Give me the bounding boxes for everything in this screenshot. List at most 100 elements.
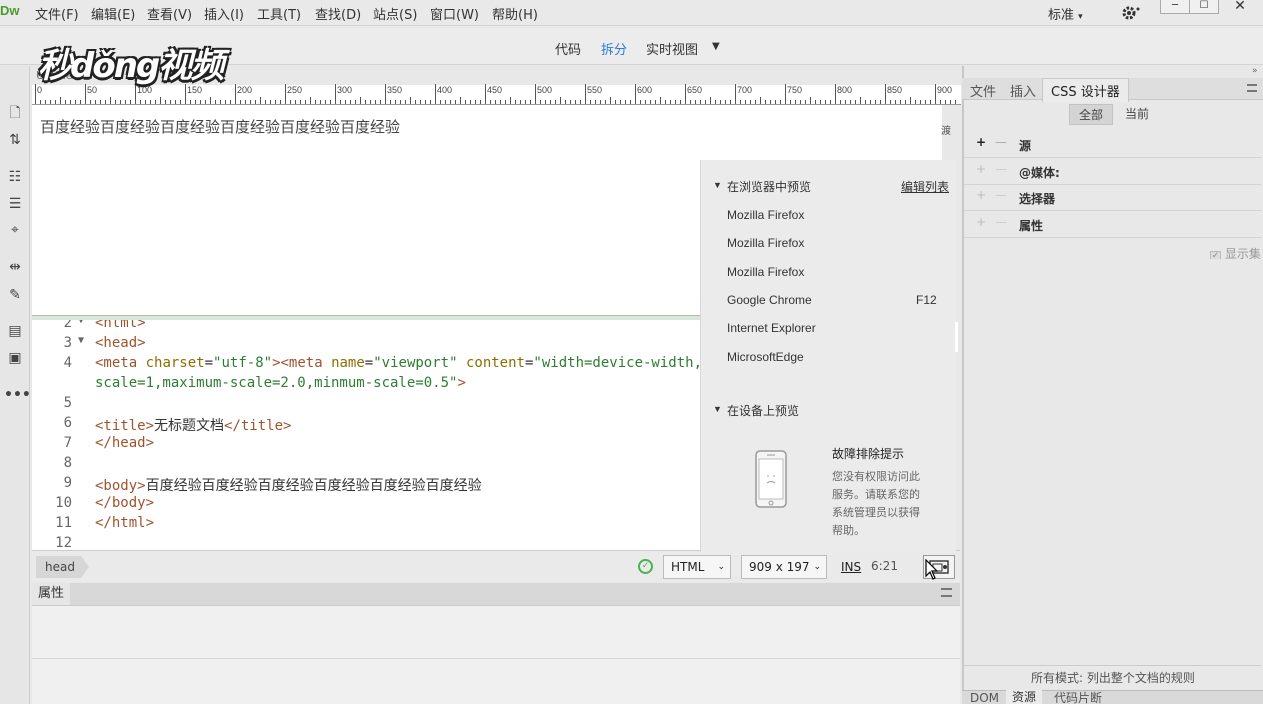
css-section-properties[interactable]: + — 属性 xyxy=(964,211,1261,238)
tab-files[interactable]: 文件 xyxy=(970,81,996,100)
menu-insert[interactable]: 插入(I) xyxy=(204,4,244,23)
ruler-tick xyxy=(190,100,191,104)
split-arrows-icon[interactable]: ⇹ xyxy=(4,257,26,277)
code-text[interactable]: <head> xyxy=(95,335,146,351)
browser-item[interactable]: Mozilla Firefox xyxy=(727,265,804,279)
ruler-tick xyxy=(695,100,696,104)
live-view-button[interactable]: 实时视图 xyxy=(646,39,698,58)
minus-icon[interactable]: — xyxy=(995,162,1007,176)
line-number: 4 xyxy=(63,355,72,371)
tag-selector-head[interactable]: head xyxy=(36,556,89,578)
gear-icon[interactable] xyxy=(1120,4,1142,22)
target-icon[interactable]: ⌖ xyxy=(4,220,26,240)
ruler-tick xyxy=(125,100,126,104)
code-text[interactable]: <body>百度经验百度经验百度经验百度经验百度经验百度经验 xyxy=(95,475,482,495)
close-button[interactable]: ✕ xyxy=(1218,0,1262,14)
design-body-text[interactable]: 百度经验百度经验百度经验百度经验百度经验百度经验 xyxy=(40,116,400,137)
plus-icon[interactable]: + xyxy=(976,215,986,229)
code-text[interactable]: </html> xyxy=(95,515,154,531)
live-view-caret-icon[interactable]: ▼ xyxy=(712,41,720,52)
ruler-label: 750 xyxy=(787,85,803,95)
code-view-button[interactable]: 代码 xyxy=(555,39,581,58)
window-size-select[interactable]: 909 x 197 ⌄ xyxy=(741,555,827,579)
ruler-tick xyxy=(665,100,666,104)
minimize-button[interactable]: ─ xyxy=(1160,0,1190,14)
ruler-label: 250 xyxy=(287,85,303,95)
popup-scrollbar[interactable] xyxy=(955,322,958,352)
code-text[interactable]: <meta charset="utf-8"><meta name="viewpo… xyxy=(95,355,700,371)
ruler-tick xyxy=(425,100,426,104)
insert-mode[interactable]: INS xyxy=(841,560,861,574)
code-text[interactable]: </body> xyxy=(95,495,154,511)
fold-toggle-icon[interactable]: ▼ xyxy=(78,320,84,326)
tab-dom[interactable]: DOM xyxy=(970,692,999,704)
maximize-button[interactable]: ☐ xyxy=(1189,0,1219,14)
minus-icon[interactable]: — xyxy=(995,188,1007,202)
browser-preview-heading[interactable]: 在浏览器中预览 xyxy=(727,178,811,195)
ruler-tick xyxy=(380,100,381,104)
ruler-tick xyxy=(395,100,396,104)
ruler-tick xyxy=(540,100,541,104)
split-view-button[interactable]: 拆分 xyxy=(601,39,627,58)
menu-find[interactable]: 查找(D) xyxy=(315,4,361,23)
code-view[interactable]: 2 ▼ <html> 3 ▼ <head> 4 <meta charset="utf-8"><… xyxy=(32,320,700,550)
code-text[interactable]: <title>无标题文档</title> xyxy=(95,415,291,435)
browser-item[interactable]: Mozilla Firefox xyxy=(727,236,804,250)
menu-window[interactable]: 窗口(W) xyxy=(430,4,479,23)
ruler-tick xyxy=(620,100,621,104)
show-set-checkbox[interactable]: ✓ 显示集 xyxy=(1210,245,1263,259)
browser-item[interactable]: Internet Explorer xyxy=(727,321,816,335)
menu-edit[interactable]: 编辑(E) xyxy=(91,4,135,23)
menu-site[interactable]: 站点(S) xyxy=(373,4,417,23)
indent-icon[interactable]: ☰ xyxy=(4,194,26,214)
doc-type-select[interactable]: HTML ⌄ xyxy=(663,555,731,579)
css-section-media[interactable]: + — @媒体: xyxy=(964,158,1261,185)
ruler-tick xyxy=(305,100,306,104)
ruler-label: 300 xyxy=(337,85,353,95)
new-document-icon[interactable]: 🗋 xyxy=(4,103,26,123)
menu-help[interactable]: 帮助(H) xyxy=(492,4,538,23)
code-text[interactable]: scale=1,maximum-scale=2.0,minmum-scale=0… xyxy=(95,375,466,391)
caret-down-icon[interactable]: ▼ xyxy=(713,180,722,190)
tab-assets[interactable]: 资源 xyxy=(1006,690,1043,704)
code-text[interactable]: </head> xyxy=(95,435,154,451)
caret-down-icon[interactable]: ▼ xyxy=(713,404,722,414)
edit-list-link[interactable]: 编辑列表 xyxy=(901,178,949,195)
browser-item[interactable]: Mozilla Firefox xyxy=(727,208,804,222)
plus-icon[interactable]: + xyxy=(976,188,986,202)
ruler-tick xyxy=(880,100,881,104)
browser-item[interactable]: MicrosoftEdge xyxy=(727,350,804,364)
validate-icon[interactable]: ▣ xyxy=(4,348,26,368)
css-section-sources[interactable]: + — 源 xyxy=(964,131,1261,158)
menu-file[interactable]: 文件(F) xyxy=(35,4,79,23)
brush-icon[interactable]: ✎ xyxy=(4,285,26,305)
menu-tools[interactable]: 工具(T) xyxy=(257,4,301,23)
code-text[interactable]: <html> xyxy=(95,320,146,331)
plus-icon[interactable]: + xyxy=(976,162,986,176)
plus-icon[interactable]: + xyxy=(976,135,986,149)
filter-all-button[interactable]: 全部 xyxy=(1069,104,1113,125)
section-label: 选择器 xyxy=(1019,192,1056,206)
more-icon[interactable]: ••• xyxy=(4,385,31,405)
tab-snippets[interactable]: 代码片断 xyxy=(1054,692,1102,704)
menu-view[interactable]: 查看(V) xyxy=(147,4,192,23)
css-section-selectors[interactable]: + — 选择器 xyxy=(964,184,1261,211)
panel-menu-icon[interactable] xyxy=(1247,84,1257,92)
panel-menu-icon[interactable] xyxy=(941,588,952,597)
sort-icon[interactable]: ⇅ xyxy=(4,130,26,150)
comment-icon[interactable]: ▤ xyxy=(4,321,26,341)
device-preview-heading[interactable]: 在设备上预览 xyxy=(727,402,799,419)
ruler-label: 550 xyxy=(587,85,603,95)
filter-current-button[interactable]: 当前 xyxy=(1115,104,1159,125)
collapse-panel-icon[interactable]: » xyxy=(1252,66,1258,76)
minus-icon[interactable]: — xyxy=(995,215,1007,229)
check-circle-icon[interactable]: ✓ xyxy=(638,559,653,574)
ruler-tick xyxy=(175,100,176,104)
workspace-switcher[interactable]: 标准 ▾ xyxy=(1048,4,1083,23)
fold-toggle-icon[interactable]: ▼ xyxy=(78,335,84,346)
file-list-icon[interactable]: ☷ xyxy=(4,167,26,187)
minus-icon[interactable]: — xyxy=(995,135,1007,149)
tab-css-designer[interactable]: CSS 设计器 xyxy=(1042,78,1129,102)
tab-insert[interactable]: 插入 xyxy=(1010,81,1036,100)
browser-item[interactable]: Google Chrome xyxy=(727,293,812,307)
